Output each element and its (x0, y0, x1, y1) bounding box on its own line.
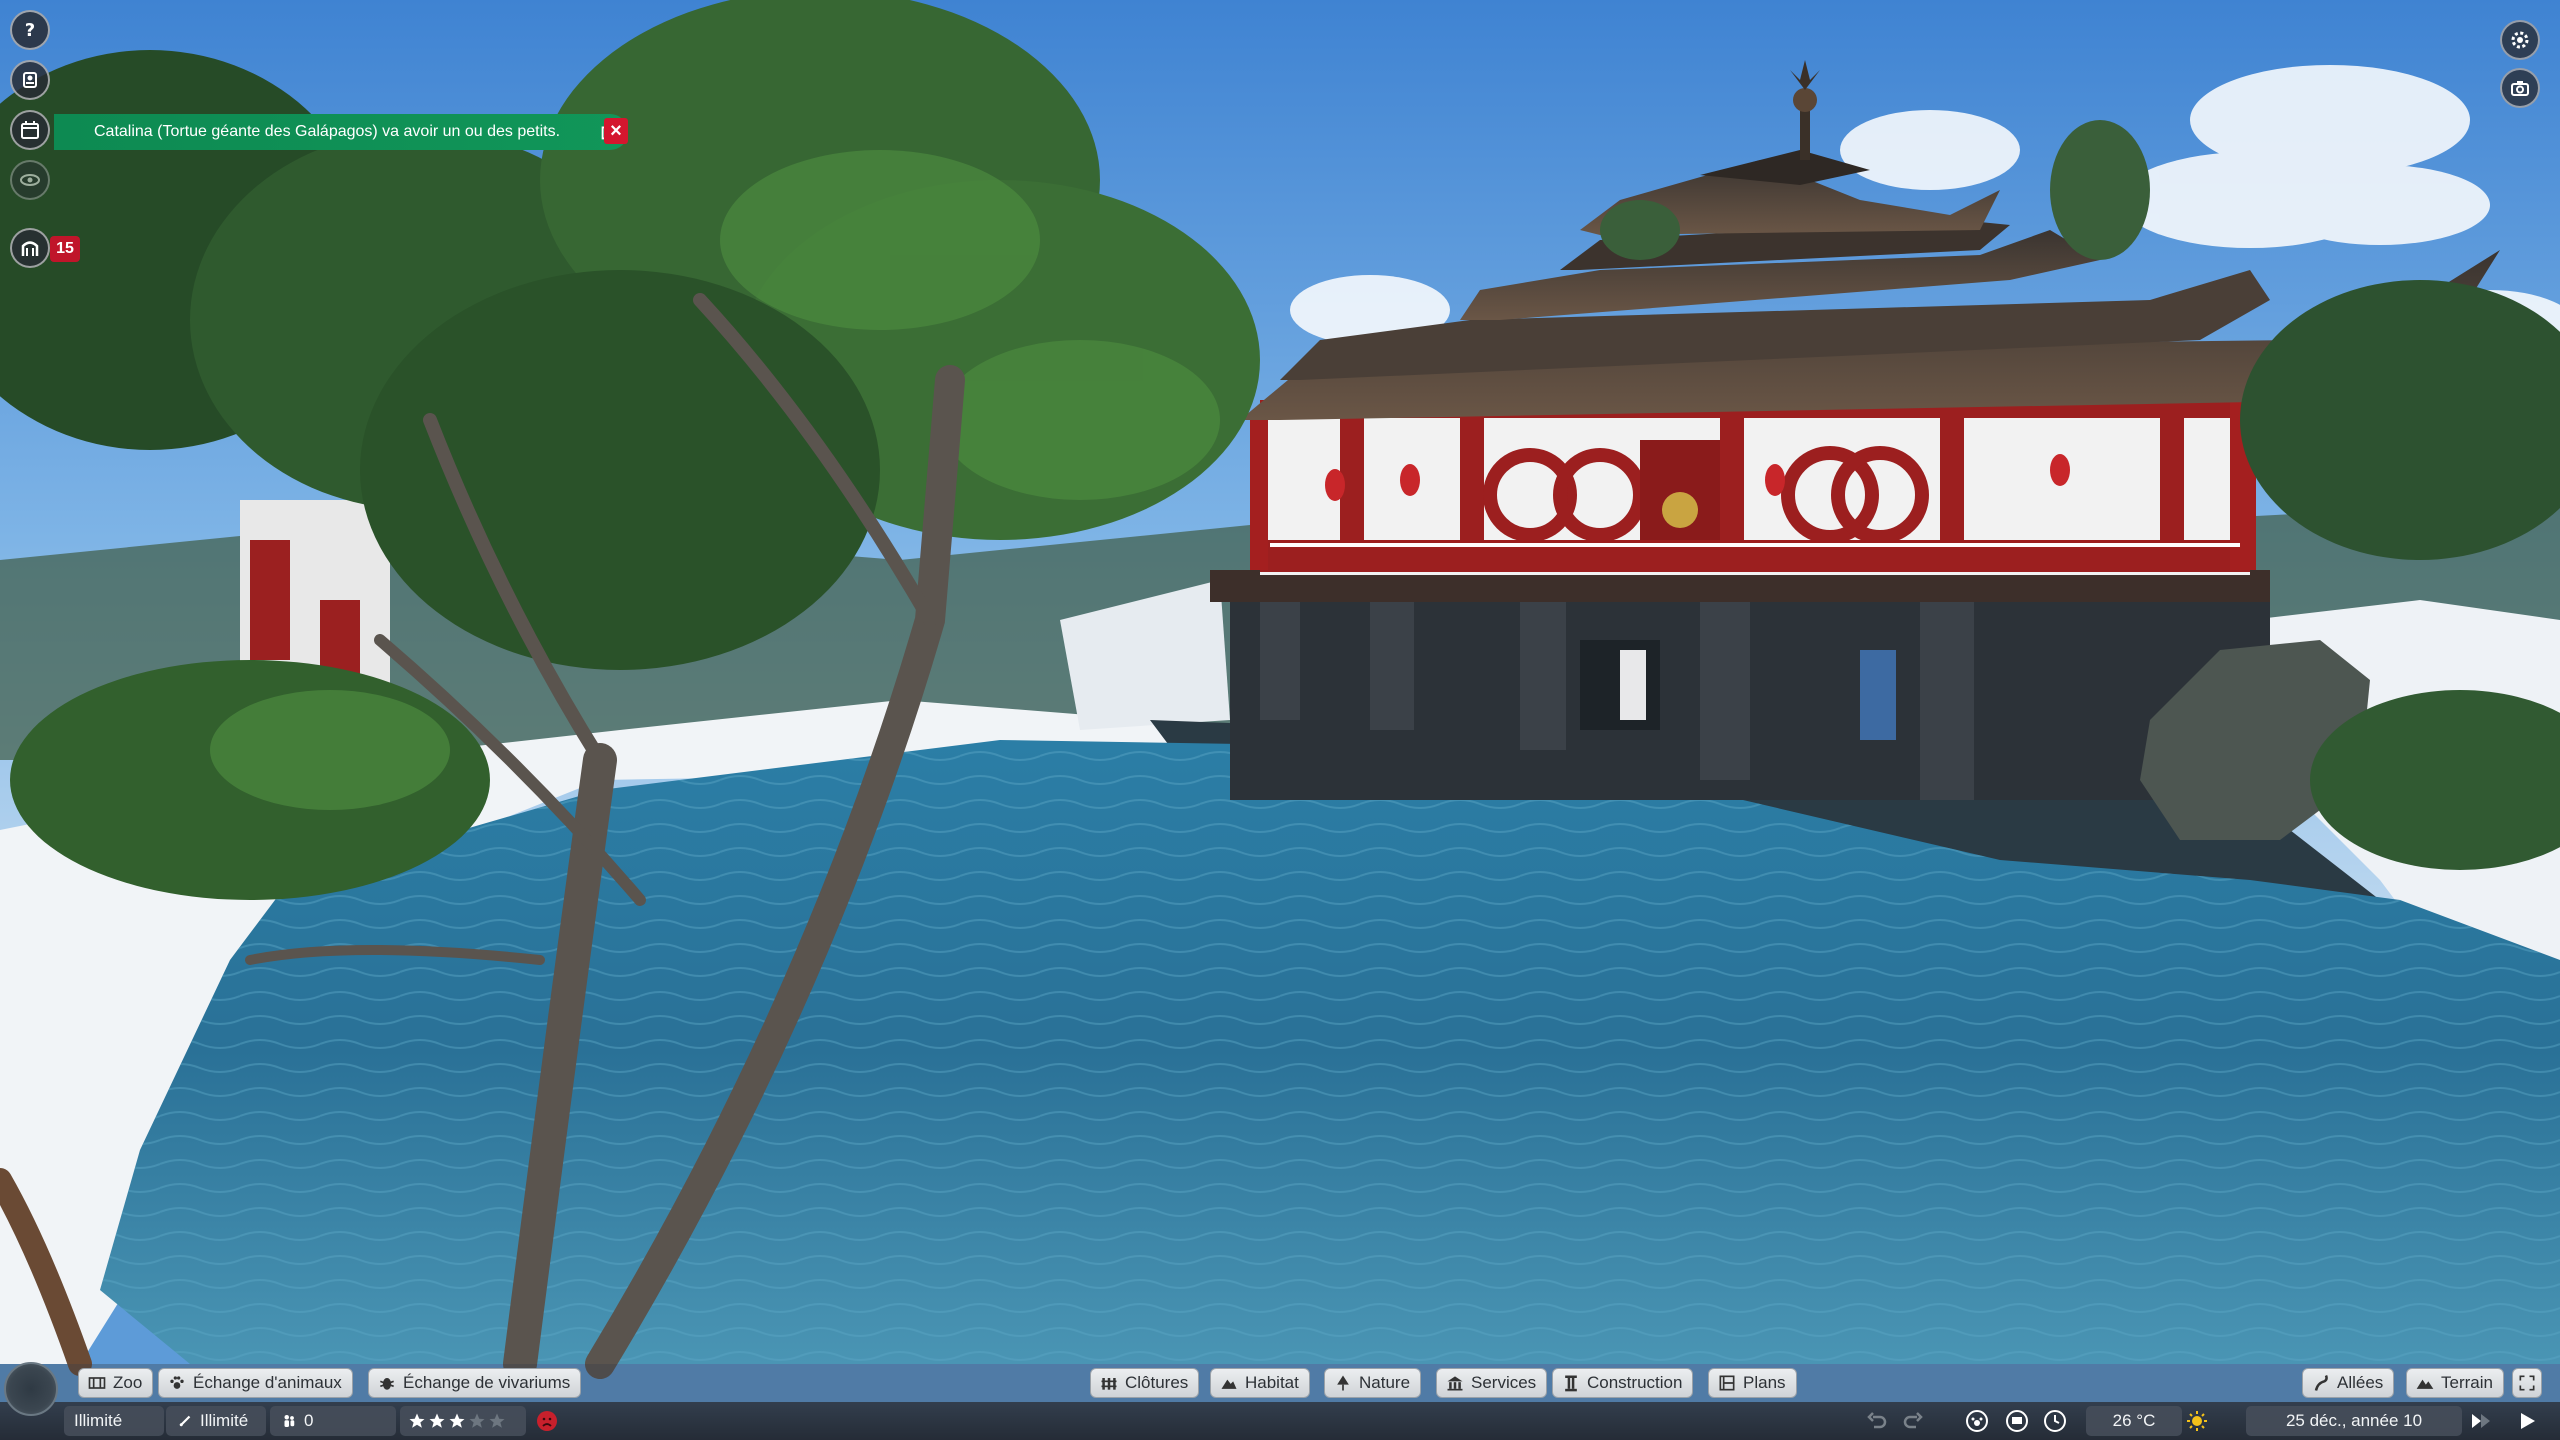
animal-overlay-button[interactable] (1962, 1406, 1992, 1436)
camera-button[interactable] (2500, 68, 2540, 108)
guest-count-badge: 15 (50, 236, 80, 262)
blueprints-button[interactable]: Plans (1708, 1368, 1797, 1398)
undo-button[interactable] (1862, 1406, 1892, 1436)
tree-icon (1337, 1375, 1349, 1391)
exhibit-trade-button[interactable]: Échange de vivariums (368, 1368, 582, 1398)
eye-icon (20, 174, 40, 186)
paw-icon (170, 1376, 184, 1389)
expand-toolbar-button[interactable] (2512, 1368, 2542, 1398)
research-icon (179, 1415, 191, 1427)
date-value: 25 déc., année 10 (2285, 1411, 2423, 1430)
blueprint-icon (1719, 1375, 1735, 1391)
money-value: Illimité (74, 1411, 123, 1430)
star-filled-icon (429, 1413, 445, 1428)
path-icon (2314, 1375, 2328, 1391)
mountain-icon (2416, 1379, 2434, 1389)
gear-icon (2511, 31, 2529, 49)
calendar-icon (21, 121, 39, 139)
money-display[interactable]: Illimité (64, 1406, 164, 1436)
guest-display[interactable]: 0 (270, 1406, 396, 1436)
terrain-label: Terrain (2441, 1373, 2493, 1392)
habitat-button[interactable]: Habitat (1210, 1368, 1310, 1398)
rating-stars (408, 1412, 506, 1430)
blueprints-label: Plans (1743, 1373, 1786, 1392)
nature-label: Nature (1359, 1373, 1411, 1392)
exhibit-trade-label: Échange de vivariums (403, 1373, 571, 1392)
fence-icon (1101, 1378, 1117, 1390)
barriers-label: Clôtures (1125, 1373, 1189, 1392)
date-display[interactable]: 25 déc., année 10 (2246, 1406, 2462, 1436)
barriers-button[interactable]: Clôtures (1090, 1368, 1200, 1398)
zoo-label: Zoo (113, 1373, 143, 1392)
notification-close-button[interactable]: × (604, 118, 628, 144)
temperature-value: 26 °C (2112, 1411, 2156, 1430)
settings-button[interactable] (2500, 20, 2540, 60)
mood-indicator[interactable] (532, 1406, 562, 1436)
building-icon (1447, 1376, 1463, 1391)
question-icon: ? (25, 20, 35, 41)
star-filled-icon (409, 1413, 425, 1428)
guests-button[interactable] (10, 228, 50, 268)
guest-value: 0 (304, 1411, 314, 1430)
main-menu-knob[interactable] (4, 1362, 58, 1416)
weather-indicator[interactable] (2182, 1406, 2212, 1436)
guests-icon (284, 1415, 295, 1427)
redo-button[interactable] (1898, 1406, 1928, 1436)
pillar-icon (1565, 1375, 1577, 1392)
sun-icon (2187, 1411, 2207, 1431)
play-button[interactable] (2512, 1406, 2542, 1436)
animal-trade-label: Échange d'animaux (193, 1373, 342, 1392)
paw-circle-icon (1966, 1410, 1988, 1432)
fast-forward-icon (2472, 1414, 2490, 1428)
facilities-button[interactable]: Services (1436, 1368, 1548, 1398)
nature-button[interactable]: Nature (1324, 1368, 1422, 1398)
habitat-label: Habitat (1245, 1373, 1299, 1392)
research-value: Illimité (200, 1411, 249, 1430)
time-view-button[interactable] (2040, 1406, 2070, 1436)
habitat-icon (1221, 1379, 1237, 1389)
monitor-icon (2006, 1410, 2028, 1432)
play-speed-button[interactable] (2466, 1406, 2496, 1436)
notification-text: Catalina (Tortue géante des Galápagos) v… (94, 123, 561, 140)
redo-icon (1903, 1412, 1923, 1429)
zoo-icon (88, 1377, 106, 1389)
paths-label: Allées (2337, 1373, 2384, 1392)
play-icon (2521, 1413, 2535, 1429)
bug-icon (380, 1378, 394, 1390)
game-scene[interactable] (0, 0, 2560, 1440)
photo-mode-button[interactable] (2002, 1406, 2032, 1436)
expand-icon (2519, 1375, 2535, 1391)
zookeeper-button[interactable] (10, 60, 50, 100)
zookeeper-icon (23, 72, 37, 88)
svg-text:?: ? (25, 20, 35, 41)
close-icon: × (610, 119, 622, 142)
clock-icon (2044, 1410, 2066, 1432)
camera-icon (2511, 81, 2529, 96)
help-button[interactable]: ? (10, 10, 50, 50)
sad-face-icon (537, 1411, 557, 1431)
star-filled-icon (449, 1413, 465, 1428)
star-empty-icon (489, 1413, 505, 1428)
paths-button[interactable]: Allées (2302, 1368, 2395, 1398)
gate-icon (21, 241, 39, 256)
temperature-display[interactable]: 26 °C (2086, 1406, 2182, 1436)
construction-label: Construction (1587, 1373, 1683, 1392)
star-empty-icon (469, 1413, 485, 1428)
research-display[interactable]: Illimité (166, 1406, 266, 1436)
view-toggle-button[interactable] (10, 160, 50, 200)
facilities-label: Services (1471, 1373, 1537, 1392)
notification-banner[interactable]: Catalina (Tortue géante des Galápagos) v… (54, 114, 628, 150)
calendar-button[interactable] (10, 110, 50, 150)
animal-trade-button[interactable]: Échange d'animaux (158, 1368, 353, 1398)
terrain-button[interactable]: Terrain (2406, 1368, 2504, 1398)
zoo-button[interactable]: Zoo (78, 1368, 154, 1398)
construction-button[interactable]: Construction (1552, 1368, 1694, 1398)
zoo-rating[interactable] (400, 1406, 526, 1436)
undo-icon (1867, 1412, 1887, 1429)
